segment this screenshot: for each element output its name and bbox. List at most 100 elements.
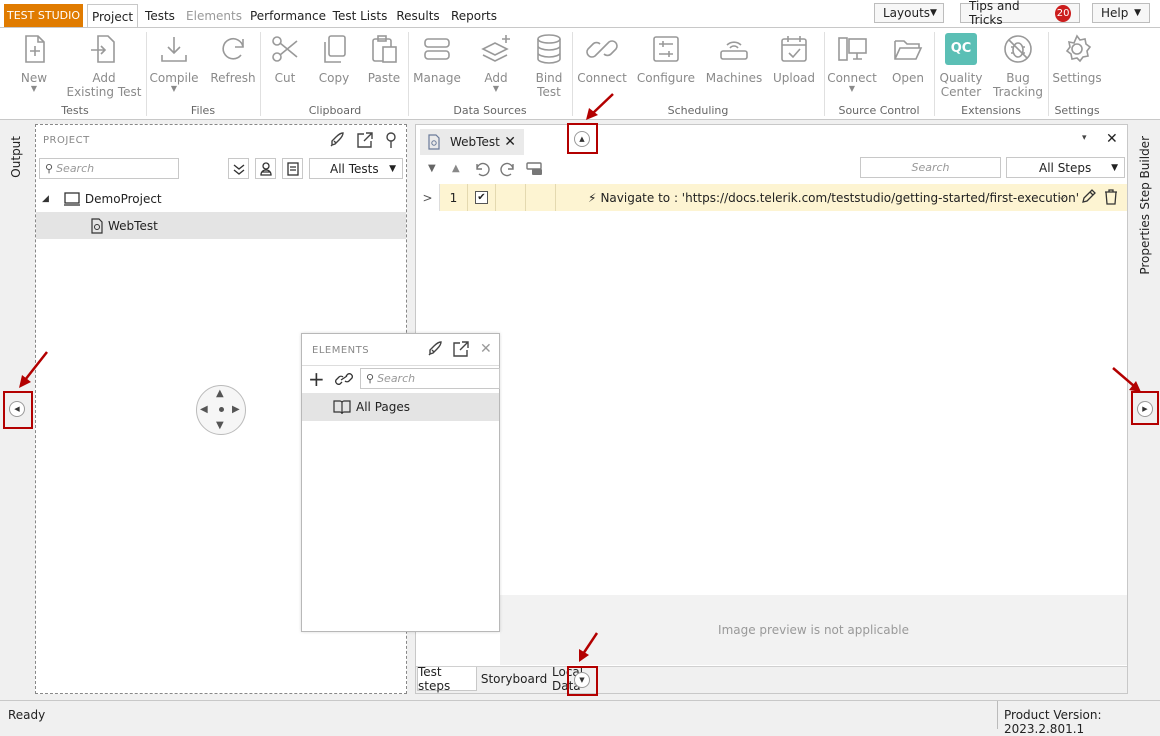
project-filter-label: All Tests	[330, 161, 379, 176]
refresh-button[interactable]: Refresh	[208, 33, 258, 108]
cut-button[interactable]: Cut	[264, 33, 306, 108]
dock-guide[interactable]: ▲ ▼ ◀ ▶	[196, 385, 246, 435]
qc-text: QC	[950, 41, 972, 56]
add-existing-label-2: Existing Test	[66, 85, 142, 99]
link-icon	[586, 40, 618, 58]
steps-search-input[interactable]: Search	[860, 157, 1001, 178]
bug-tracking-button[interactable]: Bug Tracking	[992, 33, 1044, 108]
tab-project[interactable]: Project	[87, 4, 138, 28]
new-button[interactable]: New ▼	[14, 33, 54, 108]
help-dropdown[interactable]: Help ▼	[1092, 3, 1150, 23]
source-control-connect-button[interactable]: Connect ▼	[826, 33, 878, 108]
compile-button[interactable]: Compile ▼	[149, 33, 199, 108]
step-builder-tab[interactable]: Step Builder	[1138, 136, 1152, 210]
expand-triangle-icon[interactable]: ◢	[42, 194, 49, 204]
rocket-icon[interactable]	[328, 131, 346, 149]
manage-button[interactable]: Manage	[412, 33, 462, 108]
elements-item-all-pages[interactable]: All Pages	[302, 393, 499, 421]
scissors-icon	[272, 36, 298, 62]
elements-item-label: All Pages	[356, 400, 410, 414]
layouts-dropdown[interactable]: Layouts ▼	[874, 3, 944, 23]
tab-test-steps[interactable]: Test steps	[417, 665, 477, 693]
bottom-tabs: Test steps Storyboard Local Data	[416, 665, 1127, 693]
quality-center-button[interactable]: QC Quality Center	[936, 33, 986, 108]
expand-right-button[interactable]: ▶	[1137, 401, 1153, 417]
tab-test-lists[interactable]: Test Lists	[332, 4, 388, 27]
tab-tests[interactable]: Tests	[140, 4, 180, 27]
properties-tab[interactable]: Properties	[1138, 214, 1152, 275]
collapse-left-button[interactable]: ◀	[9, 401, 25, 417]
machines-label: Machines	[705, 71, 763, 85]
open-button[interactable]: Open	[886, 33, 930, 108]
expand-step-icon[interactable]: >	[416, 184, 440, 211]
tab-results[interactable]: Results	[394, 4, 442, 27]
tips-and-tricks-button[interactable]: Tips and Tricks 20	[960, 0, 1080, 27]
settings-button[interactable]: Settings	[1052, 33, 1102, 108]
ribbon-separator	[146, 32, 147, 116]
add-element-icon[interactable]: +	[308, 369, 325, 389]
move-up-icon[interactable]: ▲	[452, 163, 460, 174]
notes-button[interactable]	[282, 158, 303, 179]
close-icon[interactable]: ✕	[504, 134, 516, 150]
document-tab-webtest[interactable]: WebTest ✕	[420, 129, 524, 155]
scheduling-connect-button[interactable]: Connect	[576, 33, 628, 108]
ribbon-separator	[260, 32, 261, 116]
step-column	[526, 184, 556, 211]
tab-storyboard[interactable]: Storyboard	[481, 667, 547, 691]
edit-pencil-icon[interactable]	[1080, 189, 1096, 205]
pin-icon[interactable]	[384, 131, 398, 149]
tab-performance[interactable]: Performance	[248, 4, 328, 27]
add-data-source-button[interactable]: Add ▼	[474, 33, 518, 108]
upload-label: Upload	[772, 71, 816, 85]
add-existing-test-button[interactable]: Add Existing Test	[66, 33, 142, 108]
popout-icon[interactable]	[452, 340, 470, 358]
collapse-top-button[interactable]: ▲	[574, 131, 590, 147]
configure-icon	[653, 36, 679, 62]
user-icon	[259, 161, 272, 176]
chevron-down-icon[interactable]: ⌵	[1058, 190, 1066, 204]
collapse-all-button[interactable]	[228, 158, 249, 179]
copy-button[interactable]: Copy	[312, 33, 356, 108]
chevron-down-icon: ▼	[1134, 8, 1141, 18]
rocket-icon[interactable]	[426, 340, 444, 358]
step-row[interactable]: > 1 ✔ ⚡ Navigate to : 'https://docs.tele…	[416, 184, 1127, 211]
open-label: Open	[891, 71, 925, 85]
undo-icon[interactable]	[474, 161, 490, 177]
configure-button[interactable]: Configure	[636, 33, 696, 108]
chevron-down-icon: ▼	[492, 84, 500, 93]
elements-search-input[interactable]: ⚲ Search	[360, 368, 500, 389]
bind-test-button[interactable]: Bind Test	[528, 33, 570, 108]
link-icon[interactable]	[334, 371, 354, 387]
steps-filter-dropdown[interactable]: All Steps ▼	[1006, 157, 1125, 178]
output-tab[interactable]: Output	[9, 136, 23, 178]
redo-icon[interactable]	[500, 161, 516, 177]
upload-button[interactable]: Upload	[770, 33, 818, 108]
move-down-icon[interactable]: ▼	[428, 163, 436, 174]
popout-icon[interactable]	[356, 131, 374, 149]
machines-button[interactable]: Machines	[704, 33, 764, 108]
close-panel-icon[interactable]: ✕	[1106, 131, 1118, 147]
expand-bottom-button[interactable]: ▼	[574, 672, 590, 688]
user-filter-button[interactable]	[255, 158, 276, 179]
paste-button[interactable]: Paste	[362, 33, 406, 108]
tab-reports[interactable]: Reports	[448, 4, 500, 27]
project-header: PROJECT	[43, 135, 90, 146]
search-icon: ⚲	[366, 372, 375, 385]
chevron-down-icon: ▼	[848, 84, 856, 93]
step-description[interactable]: ⚡ Navigate to : 'https://docs.telerik.co…	[588, 184, 1079, 211]
tree-item-webtest[interactable]: WebTest	[36, 212, 406, 239]
panel-menu-icon[interactable]: ▾	[1082, 133, 1087, 143]
tab-elements[interactable]: Elements	[184, 4, 244, 27]
step-index: 1	[440, 184, 468, 211]
step-enabled-checkbox[interactable]: ✔	[468, 184, 496, 211]
project-search-input[interactable]: ⚲ Search	[39, 158, 179, 179]
image-preview-text: Image preview is not applicable	[718, 623, 909, 637]
step-settings-icon[interactable]	[526, 161, 544, 177]
close-icon[interactable]: ✕	[480, 341, 492, 357]
group-scheduling: Scheduling	[667, 104, 729, 117]
trash-icon[interactable]	[1104, 189, 1118, 205]
tree-item-demoproject[interactable]: ◢ DemoProject	[36, 186, 406, 212]
app-button[interactable]: TEST STUDIO	[4, 4, 83, 27]
divider	[302, 365, 499, 366]
project-filter-dropdown[interactable]: All Tests ▼	[309, 158, 403, 179]
